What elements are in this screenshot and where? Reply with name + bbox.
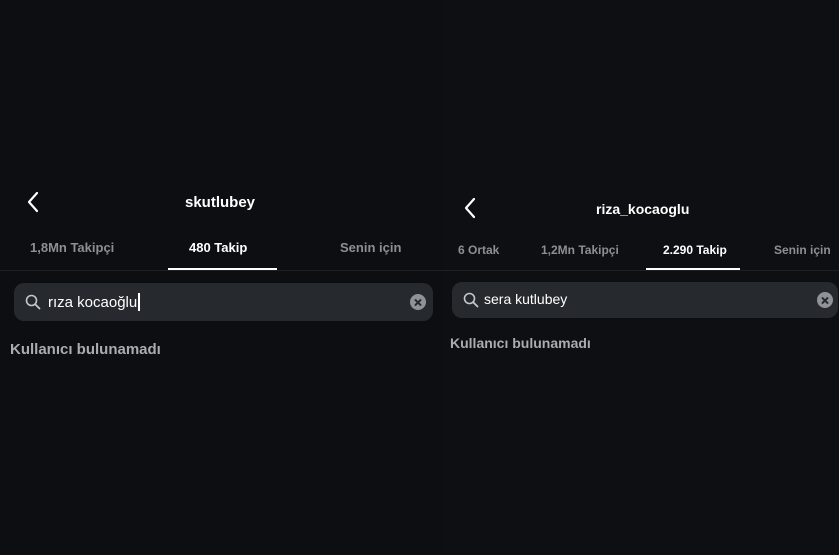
profile-username: skutlubey bbox=[185, 194, 256, 211]
right-panel: riza_kocaoglu 6 Ortak 1,2Mn Takipçi 2.29… bbox=[442, 0, 839, 555]
search-input[interactable]: rıza kocaoğlu bbox=[48, 293, 140, 311]
search-field[interactable]: rıza kocaoğlu bbox=[14, 283, 433, 321]
tab-for-you[interactable]: Senin için bbox=[774, 243, 831, 281]
search-field[interactable]: sera kutlubey bbox=[452, 282, 838, 318]
follow-tabs: 1,8Mn Takipçi 480 Takip Senin için bbox=[0, 240, 442, 278]
tab-following[interactable]: 2.290 Takip bbox=[663, 243, 727, 281]
screenshot-stage: skutlubey 1,8Mn Takipçi 480 Takip Senin … bbox=[0, 0, 839, 555]
search-input-value: rıza kocaoğlu bbox=[48, 294, 138, 311]
follow-tabs: 6 Ortak 1,2Mn Takipçi 2.290 Takip Senin … bbox=[442, 243, 839, 281]
search-icon bbox=[25, 294, 41, 310]
back-button[interactable] bbox=[21, 190, 45, 214]
text-cursor bbox=[138, 293, 140, 311]
clear-icon[interactable] bbox=[817, 292, 833, 308]
chevron-left-icon bbox=[27, 191, 39, 213]
clear-icon[interactable] bbox=[410, 294, 426, 310]
tabs-divider bbox=[0, 270, 442, 271]
search-icon bbox=[463, 292, 479, 308]
back-button[interactable] bbox=[458, 196, 482, 220]
no-results-message: Kullanıcı bulunamadı bbox=[10, 341, 161, 358]
no-results-message: Kullanıcı bulunamadı bbox=[450, 335, 591, 351]
tab-mutual[interactable]: 6 Ortak bbox=[458, 243, 499, 281]
left-panel: skutlubey 1,8Mn Takipçi 480 Takip Senin … bbox=[0, 0, 442, 555]
tab-followers[interactable]: 1,2Mn Takipçi bbox=[541, 243, 619, 281]
chevron-left-icon bbox=[464, 197, 476, 219]
tab-following[interactable]: 480 Takip bbox=[189, 240, 247, 278]
search-input[interactable]: sera kutlubey bbox=[484, 291, 567, 307]
profile-username: riza_kocaoglu bbox=[596, 201, 690, 217]
tabs-divider bbox=[442, 270, 839, 271]
tab-followers[interactable]: 1,8Mn Takipçi bbox=[30, 240, 114, 278]
tab-for-you[interactable]: Senin için bbox=[340, 240, 401, 278]
